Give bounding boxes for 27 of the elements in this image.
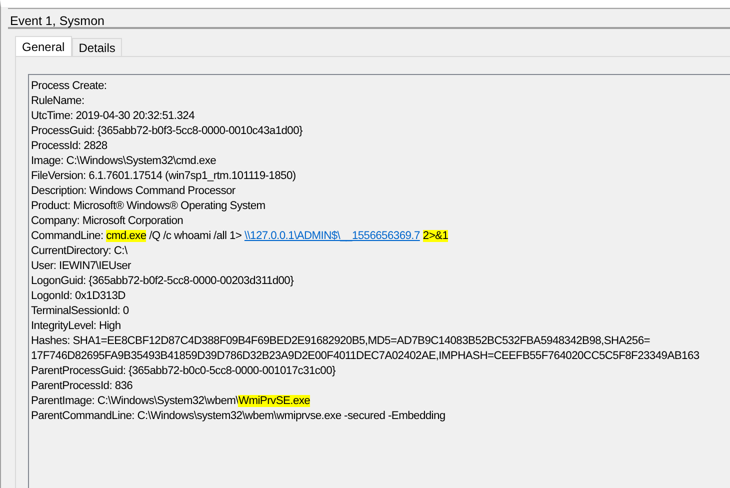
event-detail-line: Description: Windows Command Processor — [31, 184, 236, 199]
event-detail-line: CommandLine: cmd.exe /Q /c whoami /all 1> \\127.0.0.1\ADMIN$\__1556656369.7 2>&1 — [31, 229, 450, 244]
window-title: Event 1, Sysmon — [10, 14, 104, 28]
event-detail-line: 17F746D82695FA9B35493B41859D39D786D32B23A9D2E00F4011DEC7A02402AE,IMPHASH=CEEFB55F764020CC5C5F8F23349AB163 — [31, 349, 700, 364]
event-detail-line: Product: Microsoft® Windows® Operating System — [31, 199, 266, 214]
event-detail-line: ParentProcessGuid: {365abb72-b0c0-5cc8-0000-001017c31c00} — [31, 364, 336, 379]
event-detail-line: Image: C:\Windows\System32\cmd.exe — [31, 154, 218, 169]
event-detail-line: IntegrityLevel: High — [31, 319, 122, 334]
event-detail-line: Company: Microsoft Corporation — [31, 214, 184, 229]
event-detail-line: UtcTime: 2019-04-30 20:32:51.324 — [31, 109, 196, 124]
event-detail-line: LogonGuid: {365abb72-b0f2-5cc8-0000-00203d311d00} — [31, 274, 295, 289]
event-detail-line: LogonId: 0x1D313D — [31, 289, 126, 304]
event-detail-line: User: IEWIN7\IEUser — [31, 259, 132, 274]
event-detail-line: ParentImage: C:\Windows\System32\wbem\WmiPrvSE.exe — [31, 394, 312, 409]
tab[interactable]: General — [15, 36, 72, 56]
tab[interactable]: Details — [72, 38, 122, 56]
event-detail-line: TerminalSessionId: 0 — [31, 304, 130, 319]
event-detail-line: ProcessGuid: {365abb72-b0f3-5cc8-0000-0010c43a1d00} — [31, 124, 304, 139]
event-detail-line: FileVersion: 6.1.7601.17514 (win7sp1_rtm.101119-1850) — [31, 169, 297, 184]
event-detail-line: Process Create: — [31, 79, 108, 94]
event-detail-line: Hashes: SHA1=EE8CBF12D87C4D388F09B4F69BED2E91682920B5,MD5=AD7B9C14083B52BC532FBA5948342B98,SHA256= — [31, 334, 651, 349]
share-path-link[interactable]: \\127.0.0.1\ADMIN$\__1556656369.7 — [244, 230, 420, 242]
event-detail-line: ParentCommandLine: C:\Windows\system32\wbem\wmiprvse.exe -secured -Embedding — [31, 409, 446, 424]
event-detail-line: ProcessId: 2828 — [31, 139, 108, 154]
event-detail-line: CurrentDirectory: C:\ — [31, 244, 128, 259]
event-detail-line: ParentProcessId: 836 — [31, 379, 134, 394]
event-detail-line: RuleName: — [31, 94, 86, 109]
